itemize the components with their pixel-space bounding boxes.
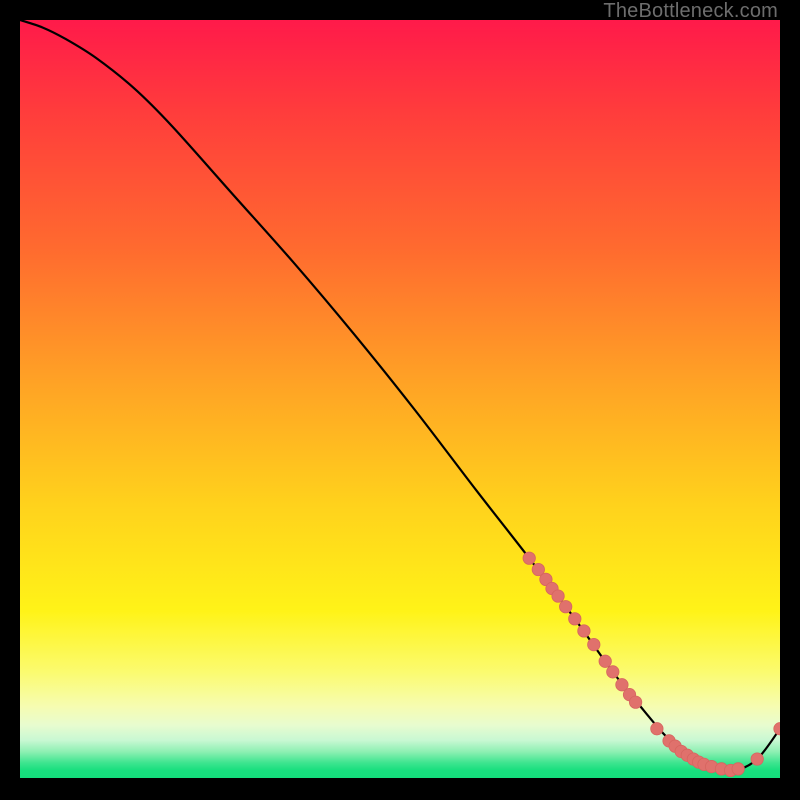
data-marker: [523, 552, 535, 564]
data-marker: [578, 625, 590, 637]
data-marker: [629, 696, 641, 708]
data-marker: [552, 590, 564, 602]
data-marker: [607, 666, 619, 678]
data-marker: [559, 600, 571, 612]
data-marker: [751, 753, 763, 765]
data-markers: [523, 552, 780, 777]
data-marker: [651, 723, 663, 735]
data-marker: [599, 655, 611, 667]
chart-svg: [20, 20, 780, 778]
plot-area: [20, 20, 780, 778]
data-marker: [588, 638, 600, 650]
data-marker: [732, 763, 744, 775]
data-marker: [569, 613, 581, 625]
data-marker: [774, 723, 780, 735]
bottleneck-curve: [20, 20, 780, 771]
chart-stage: TheBottleneck.com: [0, 0, 800, 800]
